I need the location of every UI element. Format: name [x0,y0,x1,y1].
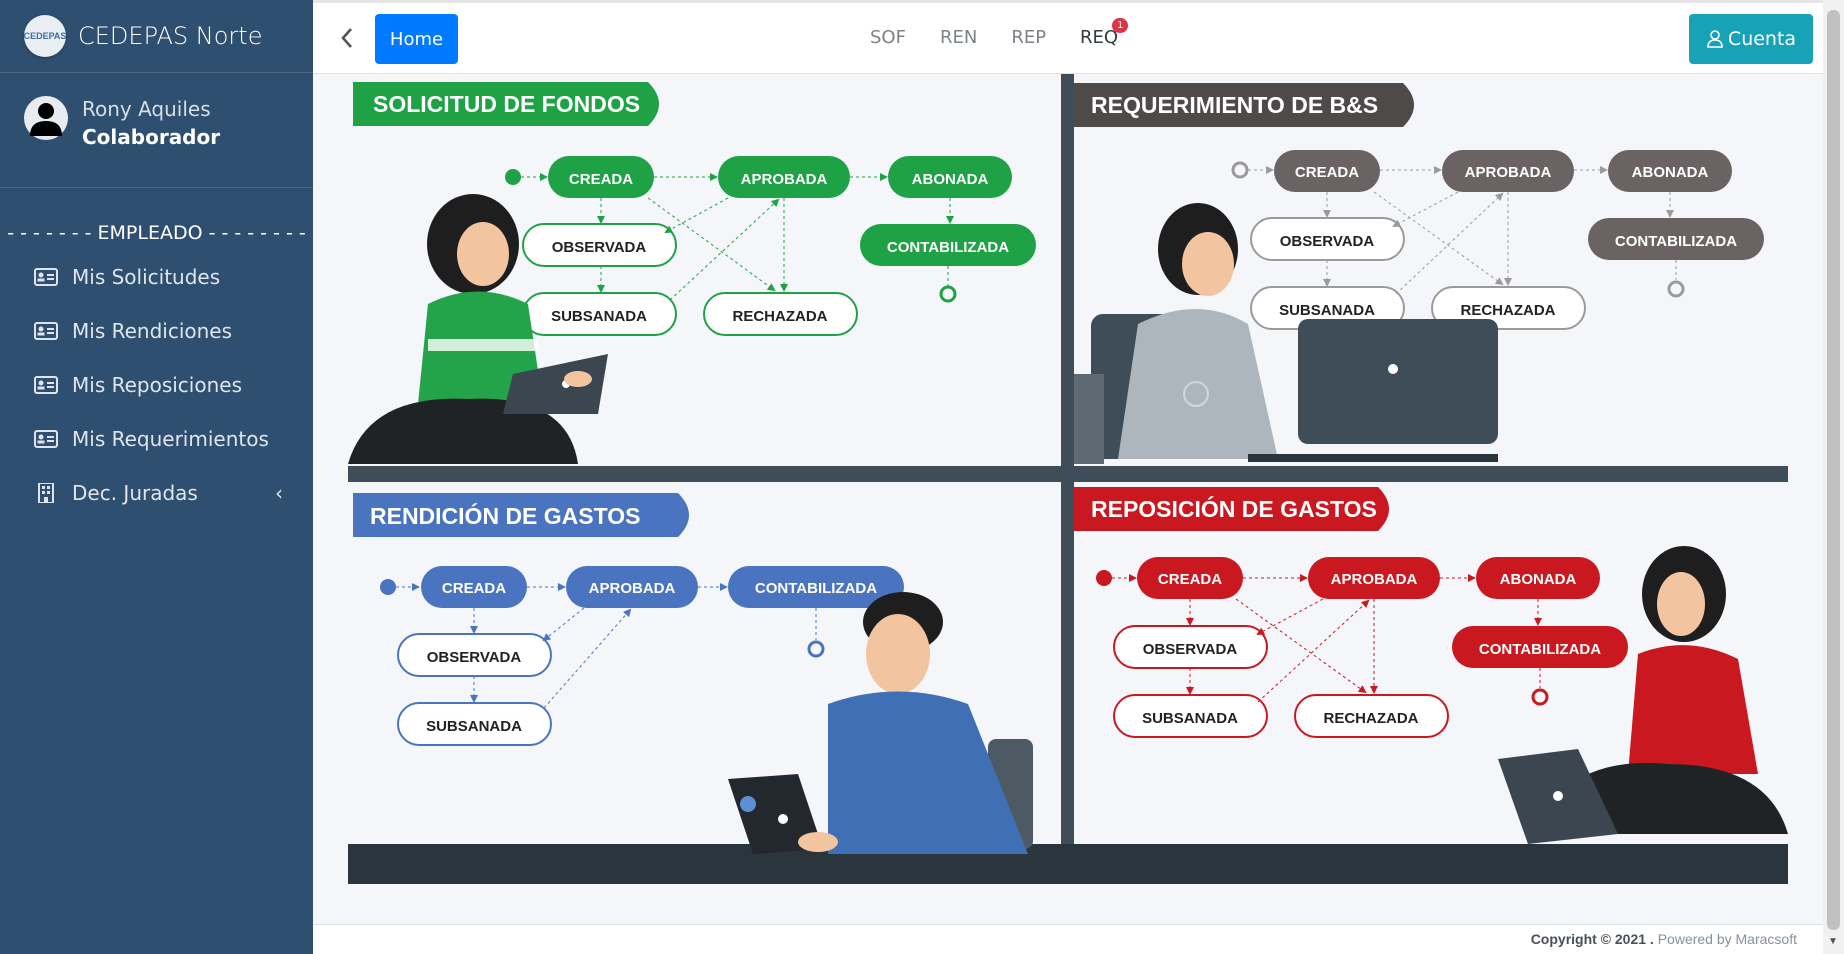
svg-text:SUBSANADA: SUBSANADA [551,308,647,325]
svg-text:SUBSANADA: SUBSANADA [1142,710,1238,727]
id-card-icon [34,322,58,340]
brand-name: CEDEPAS Norte [78,22,263,50]
svg-text:CREADA: CREADA [569,171,633,188]
panel-sof-title: SOLICITUD DE FONDOS [373,91,640,117]
nav-link-req-label: REQ [1080,27,1119,48]
panel-sof: SOLICITUD DE FONDOS CREADA APROBADA ABON… [348,82,1036,464]
svg-text:APROBADA: APROBADA [741,171,828,188]
sidebar-item-label: Mis Requerimientos [72,427,269,451]
app-root: CEDEPAS CEDEPAS Norte Rony Aquiles Colab… [0,0,1844,954]
svg-text:OBSERVADA: OBSERVADA [1143,641,1238,658]
workflow-infographic: SOLICITUD DE FONDOS CREADA APROBADA ABON… [348,74,1788,884]
footer-copyright: Copyright © 2021 . [1530,931,1654,947]
sidebar-item-label: Mis Solicitudes [72,265,221,289]
user-avatar-icon [24,96,68,140]
svg-text:ABONADA: ABONADA [912,171,989,188]
nav-link-req[interactable]: REQ 1 [1080,18,1129,48]
svg-text:OBSERVADA: OBSERVADA [1280,233,1375,250]
sidebar-item-mis-solicitudes[interactable]: Mis Solicitudes [0,250,313,304]
sidebar-item-label: Dec. Juradas [72,481,198,505]
panel-rep: REPOSICIÓN DE GASTOS CREADA APROBADA ABO… [1074,487,1788,844]
nav-header-empleado: - - - - - - - EMPLEADO - - - - - - - - [7,222,306,244]
svg-text:RECHAZADA: RECHAZADA [1324,710,1419,727]
sidebar-item-mis-reposiciones[interactable]: Mis Reposiciones [0,358,313,412]
footer-powered: Powered by Maracsoft [1657,931,1797,947]
ren-start-icon [380,579,396,595]
sof-end-icon [939,285,957,303]
sidebar-item-label: Mis Reposiciones [72,373,242,397]
req-end-icon [1667,280,1685,298]
top-navbar: Home SOF REN REP REQ 1 Cuenta [313,0,1844,74]
sidebar-item-dec-juradas[interactable]: Dec. Juradas ‹ [0,466,313,520]
sidebar-item-mis-rendiciones[interactable]: Mis Rendiciones [0,304,313,358]
svg-text:SUBSANADA: SUBSANADA [426,718,522,735]
user-panel[interactable]: Rony Aquiles Colaborador [0,73,313,188]
svg-text:RECHAZADA: RECHAZADA [733,308,828,325]
chevron-left-icon[interactable] [335,23,359,53]
panel-ren-title: RENDICIÓN DE GASTOS [370,502,641,529]
panel-req: REQUERIMIENTO DE B&S CREADA APROBADA ABO… [1074,83,1764,464]
user-name: Rony Aquiles [82,97,211,121]
main-content: SOLICITUD DE FONDOS CREADA APROBADA ABON… [313,74,1823,924]
brand-logo: CEDEPAS [24,15,66,57]
svg-text:ABONADA: ABONADA [1632,164,1709,181]
nav-link-sof[interactable]: SOF [870,27,906,48]
sof-start-icon [505,169,521,185]
id-card-icon [34,376,58,394]
man-laptop-illustration [728,592,1033,854]
panel-req-title: REQUERIMIENTO DE B&S [1091,92,1378,118]
page-scrollbar[interactable]: ▼ [1823,0,1844,954]
brand-logo-text: CEDEPAS [23,31,67,41]
footer: Copyright © 2021 . Powered by Maracsoft [313,924,1823,954]
notification-badge: 1 [1112,18,1129,33]
rep-end-icon [1531,688,1549,706]
req-start-icon [1231,161,1249,179]
sidebar-item-mis-requerimientos[interactable]: Mis Requerimientos [0,412,313,466]
svg-text:APROBADA: APROBADA [589,580,676,597]
rep-start-icon [1096,570,1112,586]
scroll-down-arrow-icon[interactable]: ▼ [1828,936,1838,947]
svg-text:ABONADA: ABONADA [1500,571,1577,588]
brand-link[interactable]: CEDEPAS CEDEPAS Norte [0,0,313,73]
svg-text:APROBADA: APROBADA [1465,164,1552,181]
building-icon [38,483,54,503]
panel-ren: RENDICIÓN DE GASTOS CREADA APROBADA CONT… [353,493,1033,854]
divider-horizontal [348,466,1788,482]
svg-text:RECHAZADA: RECHAZADA [1461,302,1556,319]
account-label: Cuenta [1727,28,1797,50]
scrollbar-thumb[interactable] [1827,10,1840,930]
nav-link-ren[interactable]: REN [940,27,977,48]
svg-text:OBSERVADA: OBSERVADA [427,649,522,666]
svg-text:CREADA: CREADA [1295,164,1359,181]
floor-bar [348,844,1788,884]
nav-link-rep[interactable]: REP [1011,27,1046,48]
svg-text:CONTABILIZADA: CONTABILIZADA [887,239,1009,256]
svg-text:CONTABILIZADA: CONTABILIZADA [1615,233,1737,250]
panel-rep-title: REPOSICIÓN DE GASTOS [1091,495,1377,522]
chevron-left-icon: ‹ [275,481,283,505]
svg-text:OBSERVADA: OBSERVADA [552,239,647,256]
svg-text:APROBADA: APROBADA [1331,571,1418,588]
ren-end-icon [807,640,825,658]
user-role: Colaborador [82,125,221,149]
svg-text:SUBSANADA: SUBSANADA [1279,302,1375,319]
user-icon [1707,30,1723,48]
home-button[interactable]: Home [375,14,458,64]
top-links: SOF REN REP REQ 1 [870,18,1152,48]
account-button[interactable]: Cuenta [1689,14,1813,64]
id-card-icon [34,430,58,448]
svg-text:CREADA: CREADA [442,580,506,597]
sidebar-item-label: Mis Rendiciones [72,319,233,343]
svg-text:CONTABILIZADA: CONTABILIZADA [755,580,877,597]
svg-text:CONTABILIZADA: CONTABILIZADA [1479,641,1601,658]
svg-text:CREADA: CREADA [1158,571,1222,588]
sidebar: CEDEPAS CEDEPAS Norte Rony Aquiles Colab… [0,0,313,954]
id-card-icon [34,268,58,286]
